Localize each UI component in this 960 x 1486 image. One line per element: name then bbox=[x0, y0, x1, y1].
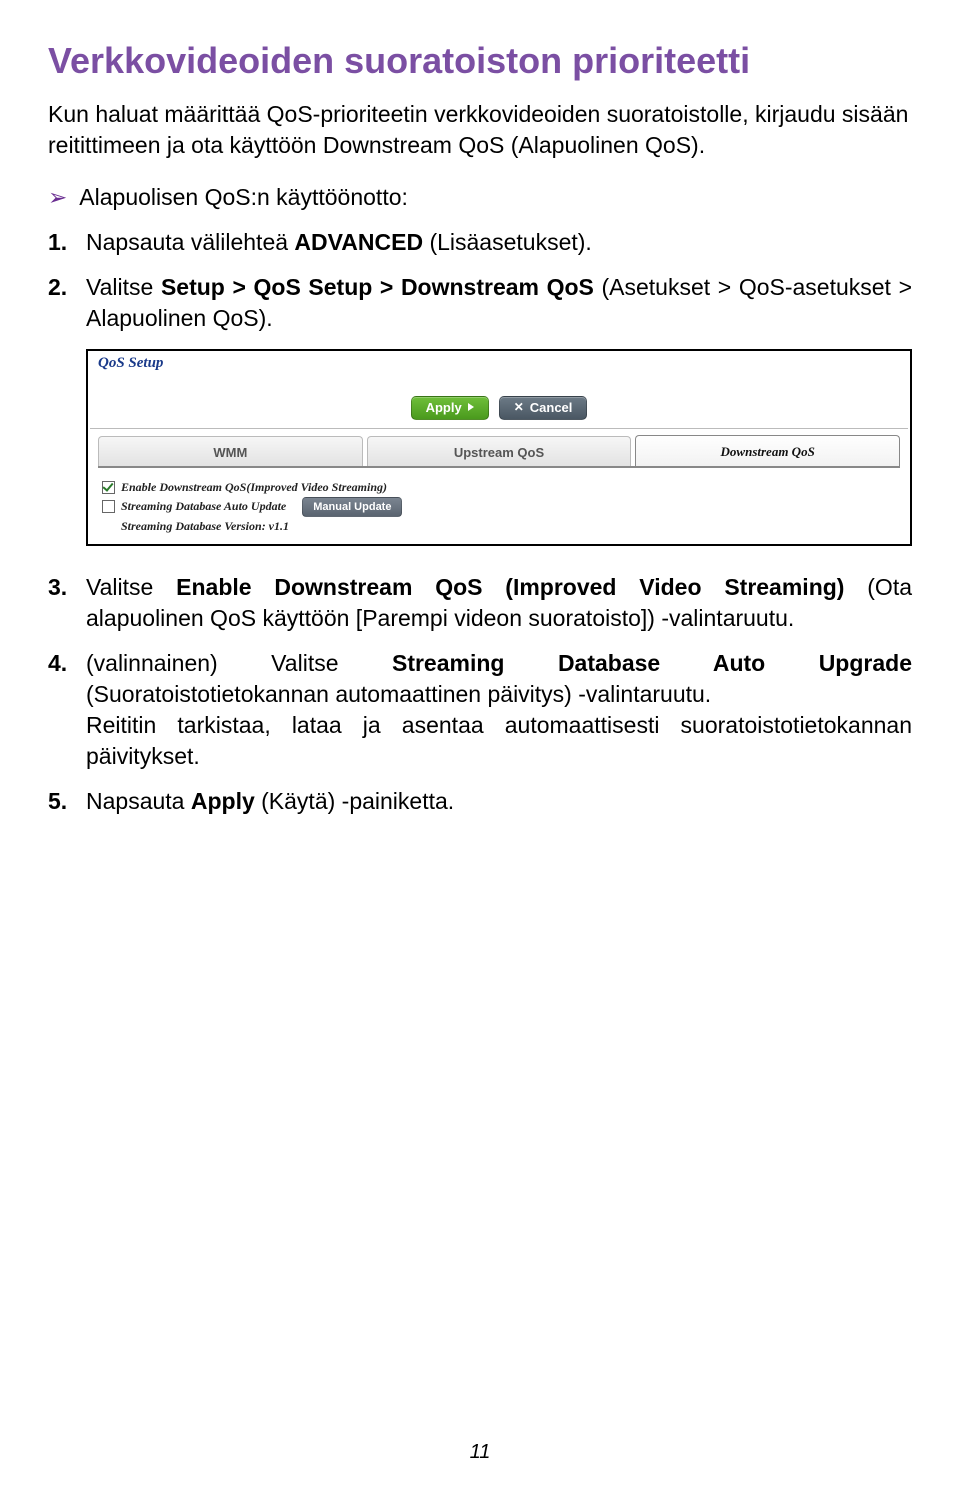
step-tail: Reititin tarkistaa, lataa ja asentaa aut… bbox=[86, 712, 912, 769]
apply-button[interactable]: Apply bbox=[411, 396, 489, 420]
step-text: (Lisäasetukset). bbox=[423, 229, 592, 255]
checkbox-enable[interactable] bbox=[102, 481, 115, 494]
tab-downstream[interactable]: Downstream QoS bbox=[635, 435, 900, 466]
step-bold: Enable Downstream QoS (Improved Video St… bbox=[176, 574, 844, 600]
qos-screenshot: QoS Setup Apply ✕ Cancel WMM Upstream Qo… bbox=[86, 349, 912, 546]
play-icon bbox=[468, 403, 474, 411]
close-icon: ✕ bbox=[514, 400, 524, 414]
bullet-heading: ➢ Alapuolisen QoS:n käyttöönotto: bbox=[48, 183, 912, 213]
steps-list-cont: 3. Valitse Enable Downstream QoS (Improv… bbox=[48, 572, 912, 817]
checkbox-auto[interactable] bbox=[102, 500, 115, 513]
version-text: Streaming Database Version: v1.1 bbox=[121, 519, 289, 534]
arrow-icon: ➢ bbox=[48, 183, 67, 213]
bullet-text: Alapuolisen QoS:n käyttöönotto: bbox=[79, 183, 408, 213]
page-title: Verkkovideoiden suoratoiston prioriteett… bbox=[48, 40, 912, 81]
button-row: Apply ✕ Cancel bbox=[90, 374, 908, 429]
step-1: 1. Napsauta välilehteä ADVANCED (Lisäase… bbox=[48, 227, 912, 258]
option-auto-update: Streaming Database Auto Update Manual Up… bbox=[102, 497, 896, 517]
step-5: 5. Napsauta Apply (Käytä) -painiketta. bbox=[48, 786, 912, 817]
option-label: Streaming Database Auto Update bbox=[121, 499, 286, 514]
qos-panel-title: QoS Setup bbox=[90, 353, 908, 374]
step-number: 1. bbox=[48, 227, 86, 258]
cancel-label: Cancel bbox=[530, 400, 573, 415]
apply-label: Apply bbox=[426, 400, 462, 415]
tab-wmm[interactable]: WMM bbox=[98, 436, 363, 466]
option-label: Enable Downstream QoS(Improved Video Str… bbox=[121, 480, 387, 495]
step-text: Napsauta bbox=[86, 788, 191, 814]
option-enable-downstream: Enable Downstream QoS(Improved Video Str… bbox=[102, 480, 896, 495]
step-bold: Setup > QoS Setup > Downstream QoS bbox=[161, 274, 594, 300]
step-number: 2. bbox=[48, 272, 86, 303]
step-text: (Käytä) -painiketta. bbox=[255, 788, 454, 814]
tab-upstream[interactable]: Upstream QoS bbox=[367, 436, 632, 466]
step-bold: Apply bbox=[191, 788, 255, 814]
version-row: Streaming Database Version: v1.1 bbox=[102, 519, 896, 534]
tab-row: WMM Upstream QoS Downstream QoS bbox=[98, 435, 900, 468]
step-text: Valitse bbox=[86, 574, 176, 600]
step-text: (valinnainen) Valitse bbox=[86, 650, 392, 676]
step-number: 4. bbox=[48, 648, 86, 679]
intro-paragraph: Kun haluat määrittää QoS-prioriteetin ve… bbox=[48, 99, 912, 161]
step-bold: ADVANCED bbox=[294, 229, 423, 255]
step-text: Napsauta välilehteä bbox=[86, 229, 294, 255]
cancel-button[interactable]: ✕ Cancel bbox=[499, 396, 588, 420]
step-text: Valitse bbox=[86, 274, 161, 300]
page-number: 11 bbox=[0, 1441, 960, 1464]
options-area: Enable Downstream QoS(Improved Video Str… bbox=[90, 468, 908, 542]
step-text: (Suoratoistotietokannan automaattinen pä… bbox=[86, 681, 711, 707]
step-bold: Streaming Database Auto Upgrade bbox=[392, 650, 912, 676]
step-4: 4. (valinnainen) Valitse Streaming Datab… bbox=[48, 648, 912, 772]
manual-update-button[interactable]: Manual Update bbox=[302, 497, 402, 517]
step-2: 2. Valitse Setup > QoS Setup > Downstrea… bbox=[48, 272, 912, 334]
step-number: 3. bbox=[48, 572, 86, 603]
step-number: 5. bbox=[48, 786, 86, 817]
step-3: 3. Valitse Enable Downstream QoS (Improv… bbox=[48, 572, 912, 634]
steps-list: 1. Napsauta välilehteä ADVANCED (Lisäase… bbox=[48, 227, 912, 334]
